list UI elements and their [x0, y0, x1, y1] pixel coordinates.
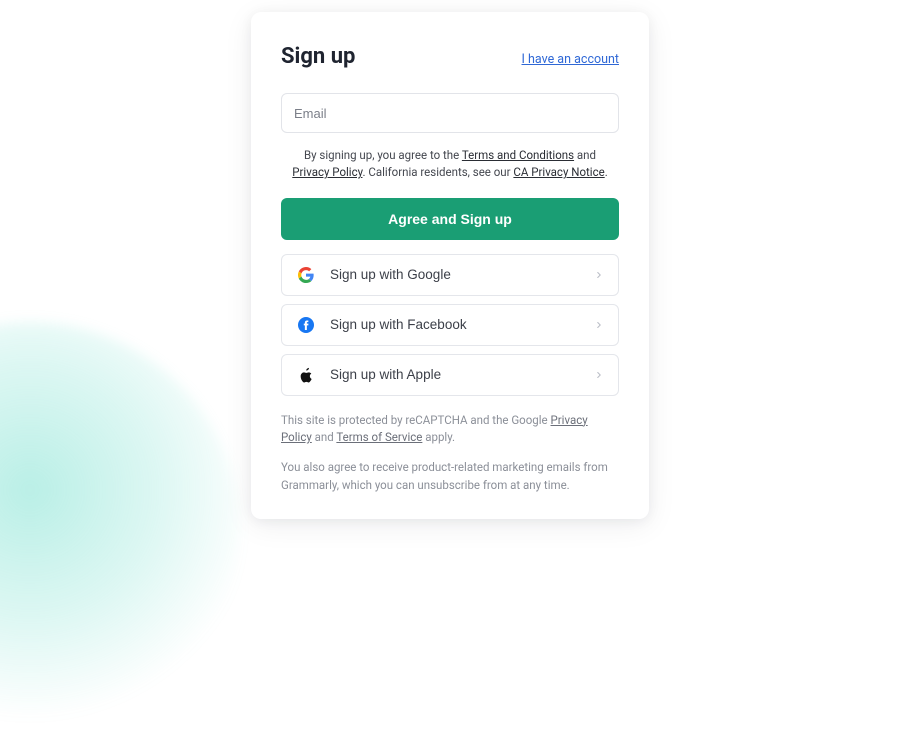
- email-field[interactable]: [281, 93, 619, 133]
- google-icon: [296, 265, 316, 285]
- agree-signup-button[interactable]: Agree and Sign up: [281, 198, 619, 240]
- signup-facebook-button[interactable]: Sign up with Facebook: [281, 304, 619, 346]
- privacy-policy-link[interactable]: Privacy Policy: [292, 165, 362, 179]
- recaptcha-mid: and: [312, 430, 337, 444]
- ca-privacy-notice-link[interactable]: CA Privacy Notice: [513, 165, 604, 179]
- signup-facebook-label: Sign up with Facebook: [330, 317, 467, 332]
- recaptcha-end: apply.: [422, 430, 455, 444]
- chevron-right-icon: [594, 370, 604, 380]
- have-account-link[interactable]: I have an account: [522, 52, 620, 67]
- background-gradient-blob: [0, 322, 240, 742]
- signup-card: Sign up I have an account By signing up,…: [251, 12, 649, 519]
- chevron-right-icon: [594, 320, 604, 330]
- recaptcha-pre: This site is protected by reCAPTCHA and …: [281, 413, 551, 427]
- terms-text: By signing up, you agree to the Terms an…: [281, 147, 619, 182]
- terms-and1: and: [574, 148, 596, 162]
- terms-and-conditions-link[interactable]: Terms and Conditions: [462, 148, 574, 162]
- chevron-right-icon: [594, 270, 604, 280]
- page-title: Sign up: [281, 44, 355, 69]
- apple-icon: [296, 365, 316, 385]
- google-tos-link[interactable]: Terms of Service: [336, 430, 422, 444]
- signup-apple-button[interactable]: Sign up with Apple: [281, 354, 619, 396]
- facebook-icon: [296, 315, 316, 335]
- terms-ca-pre: . California residents, see our: [362, 165, 513, 179]
- social-signup-group: Sign up with Google Sign up with Faceboo…: [281, 254, 619, 396]
- signup-google-button[interactable]: Sign up with Google: [281, 254, 619, 296]
- signup-google-label: Sign up with Google: [330, 267, 451, 282]
- marketing-disclaimer: You also agree to receive product-relate…: [281, 459, 619, 495]
- header-row: Sign up I have an account: [281, 44, 619, 69]
- terms-end: .: [605, 165, 608, 179]
- recaptcha-disclaimer: This site is protected by reCAPTCHA and …: [281, 412, 619, 448]
- signup-apple-label: Sign up with Apple: [330, 367, 441, 382]
- terms-pre: By signing up, you agree to the: [304, 148, 462, 162]
